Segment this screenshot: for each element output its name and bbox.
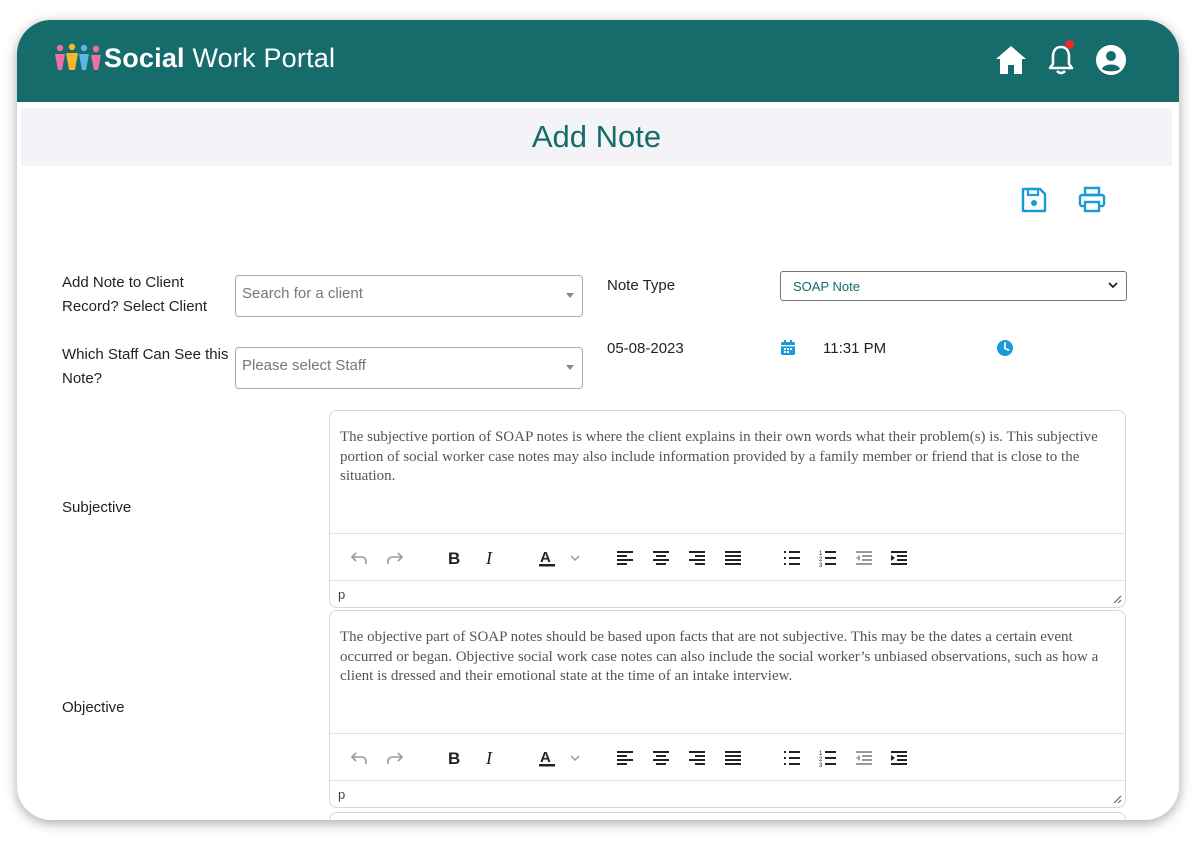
undo-icon[interactable] — [347, 546, 371, 570]
svg-text:A: A — [540, 549, 551, 566]
text-color-icon[interactable]: A — [536, 546, 560, 570]
editor-status-path: p — [338, 787, 346, 802]
calendar-icon[interactable] — [779, 339, 797, 357]
chevron-down-icon[interactable] — [563, 546, 587, 570]
client-search-placeholder: Search for a client — [242, 285, 363, 302]
objective-label: Objective — [62, 699, 125, 716]
caret-down-icon — [566, 365, 574, 370]
align-right-icon[interactable] — [685, 546, 709, 570]
indent-icon[interactable] — [887, 546, 911, 570]
subjective-editor[interactable]: The subjective portion of SOAP notes is … — [329, 410, 1126, 608]
svg-text:3: 3 — [819, 563, 823, 567]
header-actions — [979, 40, 1129, 78]
app-logo[interactable]: Social Work Portal — [53, 42, 335, 74]
svg-text:I: I — [485, 548, 493, 568]
client-search-select[interactable]: Search for a client — [235, 275, 583, 317]
resize-handle-icon[interactable] — [1112, 594, 1122, 604]
note-type-value: SOAP Note — [793, 279, 860, 294]
note-date[interactable]: 05-08-2023 — [607, 340, 684, 357]
align-center-icon[interactable] — [649, 746, 673, 770]
bullet-list-icon[interactable] — [780, 546, 804, 570]
notification-badge — [1065, 40, 1074, 49]
note-type-label: Note Type — [607, 277, 676, 294]
user-account-icon[interactable] — [1093, 42, 1129, 78]
staff-select-label: Which Staff Can See this Note? — [62, 346, 229, 387]
svg-text:I: I — [485, 748, 493, 768]
align-center-icon[interactable] — [649, 546, 673, 570]
svg-text:A: A — [540, 749, 551, 766]
objective-content[interactable]: The objective part of SOAP notes should … — [340, 628, 1117, 687]
subjective-content[interactable]: The subjective portion of SOAP notes is … — [340, 428, 1117, 487]
print-icon[interactable] — [1077, 185, 1107, 215]
numbered-list-icon[interactable]: 123 — [816, 546, 840, 570]
chevron-down-icon — [1108, 282, 1118, 289]
bell-icon[interactable] — [1043, 40, 1079, 78]
svg-text:3: 3 — [819, 763, 823, 767]
text-color-icon[interactable]: A — [536, 746, 560, 770]
logo-text-rest: Work Portal — [192, 42, 336, 73]
svg-text:B: B — [448, 549, 460, 568]
app-window: Social Work Portal Add Note Add Note to … — [17, 20, 1179, 820]
align-right-icon[interactable] — [685, 746, 709, 770]
svg-text:B: B — [448, 749, 460, 768]
note-time[interactable]: 11:31 PM — [823, 340, 886, 357]
clock-icon[interactable] — [996, 339, 1014, 357]
note-type-select[interactable]: SOAP Note — [780, 271, 1127, 301]
bold-icon[interactable]: B — [442, 746, 466, 770]
align-left-icon[interactable] — [613, 546, 637, 570]
italic-icon[interactable]: I — [478, 546, 502, 570]
bold-icon[interactable]: B — [442, 546, 466, 570]
subjective-label: Subjective — [62, 499, 132, 516]
align-justify-icon[interactable] — [721, 546, 745, 570]
outdent-icon[interactable] — [852, 746, 876, 770]
staff-select-placeholder: Please select Staff — [242, 357, 366, 374]
editor-toolbar: B I A 123 — [330, 533, 1125, 581]
caret-down-icon — [566, 293, 574, 298]
page-title-bar: Add Note — [21, 108, 1172, 166]
align-justify-icon[interactable] — [721, 746, 745, 770]
editor-status-path: p — [338, 587, 346, 602]
logo-text-bold: Social — [104, 42, 185, 73]
objective-editor[interactable]: The objective part of SOAP notes should … — [329, 610, 1126, 808]
staff-select[interactable]: Please select Staff — [235, 347, 583, 389]
chevron-down-icon[interactable] — [563, 746, 587, 770]
client-select-label: Add Note to Client Record? Select Client — [62, 274, 208, 315]
numbered-list-icon[interactable]: 123 — [816, 746, 840, 770]
next-editor[interactable] — [329, 812, 1126, 820]
save-icon[interactable] — [1019, 185, 1049, 215]
indent-icon[interactable] — [887, 746, 911, 770]
italic-icon[interactable]: I — [478, 746, 502, 770]
align-left-icon[interactable] — [613, 746, 637, 770]
top-navbar: Social Work Portal — [17, 20, 1179, 102]
resize-handle-icon[interactable] — [1112, 794, 1122, 804]
redo-icon[interactable] — [383, 746, 407, 770]
page-title: Add Note — [531, 119, 662, 154]
outdent-icon[interactable] — [852, 546, 876, 570]
bullet-list-icon[interactable] — [780, 746, 804, 770]
undo-icon[interactable] — [347, 746, 371, 770]
people-logo-icon — [55, 43, 101, 70]
home-icon[interactable] — [993, 42, 1029, 78]
editor-toolbar: B I A 123 — [330, 733, 1125, 781]
redo-icon[interactable] — [383, 546, 407, 570]
